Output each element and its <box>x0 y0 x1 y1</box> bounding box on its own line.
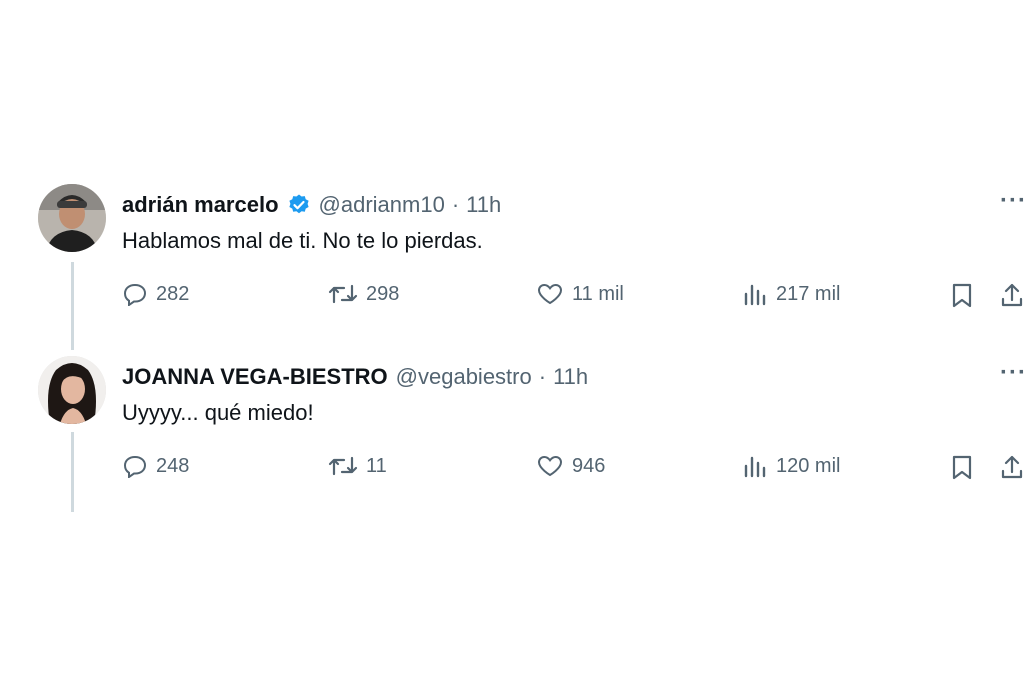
author-handle[interactable]: @adrianm10 <box>319 192 445 218</box>
verified-badge-icon <box>287 193 311 217</box>
retweet-count: 298 <box>366 282 400 305</box>
avatar[interactable] <box>38 184 106 252</box>
views-count: 120 mil <box>776 454 841 477</box>
tweet-header: JOANNA VEGA-BIESTRO @vegabiestro · 11h <box>122 362 588 392</box>
author-handle[interactable]: @vegabiestro <box>396 364 532 390</box>
author-name[interactable]: adrián marcelo <box>122 192 279 218</box>
tweet[interactable]: adrián marcelo @adrianm10 · 11h ··· Habl… <box>0 184 1024 334</box>
share-icon <box>1001 455 1023 479</box>
timestamp[interactable]: 11h <box>466 192 501 218</box>
views-count: 217 mil <box>776 282 841 305</box>
like-count: 946 <box>572 454 606 477</box>
like-button[interactable]: 946 <box>536 454 605 478</box>
share-icon <box>1001 283 1023 307</box>
reply-count: 248 <box>156 454 190 477</box>
retweet-button[interactable]: 11 <box>328 454 387 478</box>
tweet-text: Hablamos mal de ti. No te lo pierdas. <box>122 228 483 253</box>
reply-button[interactable]: 282 <box>122 282 189 306</box>
retweet-count: 11 <box>366 454 387 477</box>
action-bar: 282 298 11 mil 217 mil <box>0 282 1024 312</box>
share-button[interactable] <box>1000 454 1024 480</box>
like-button[interactable]: 11 mil <box>536 282 624 306</box>
views-button[interactable]: 120 mil <box>742 454 840 478</box>
more-icon[interactable]: ··· <box>1000 189 1024 213</box>
views-icon <box>744 284 766 306</box>
views-button[interactable]: 217 mil <box>742 282 840 306</box>
retweet-icon <box>328 284 358 304</box>
views-icon <box>744 456 766 478</box>
bookmark-button[interactable] <box>950 282 974 308</box>
bookmark-button[interactable] <box>950 454 974 480</box>
retweet-icon <box>328 456 358 476</box>
retweet-button[interactable]: 298 <box>328 282 399 306</box>
more-icon[interactable]: ··· <box>1000 361 1024 385</box>
share-button[interactable] <box>1000 282 1024 308</box>
timestamp[interactable]: 11h <box>553 364 588 390</box>
separator-dot: · <box>538 364 547 389</box>
tweet-header: adrián marcelo @adrianm10 · 11h <box>122 190 501 220</box>
reply-icon <box>123 283 147 306</box>
separator-dot: · <box>451 192 460 217</box>
like-count: 11 mil <box>572 282 624 305</box>
tweet[interactable]: JOANNA VEGA-BIESTRO @vegabiestro · 11h ·… <box>0 356 1024 506</box>
avatar[interactable] <box>38 356 106 424</box>
bookmark-icon <box>952 283 972 308</box>
bookmark-icon <box>952 455 972 480</box>
reply-button[interactable]: 248 <box>122 454 189 478</box>
heart-icon <box>537 455 563 477</box>
heart-icon <box>537 283 563 305</box>
reply-icon <box>123 455 147 478</box>
tweet-text: Uyyyy... qué miedo! <box>122 400 314 425</box>
reply-count: 282 <box>156 282 190 305</box>
action-bar: 248 11 946 120 mil <box>0 454 1024 484</box>
author-name[interactable]: JOANNA VEGA-BIESTRO <box>122 364 388 390</box>
